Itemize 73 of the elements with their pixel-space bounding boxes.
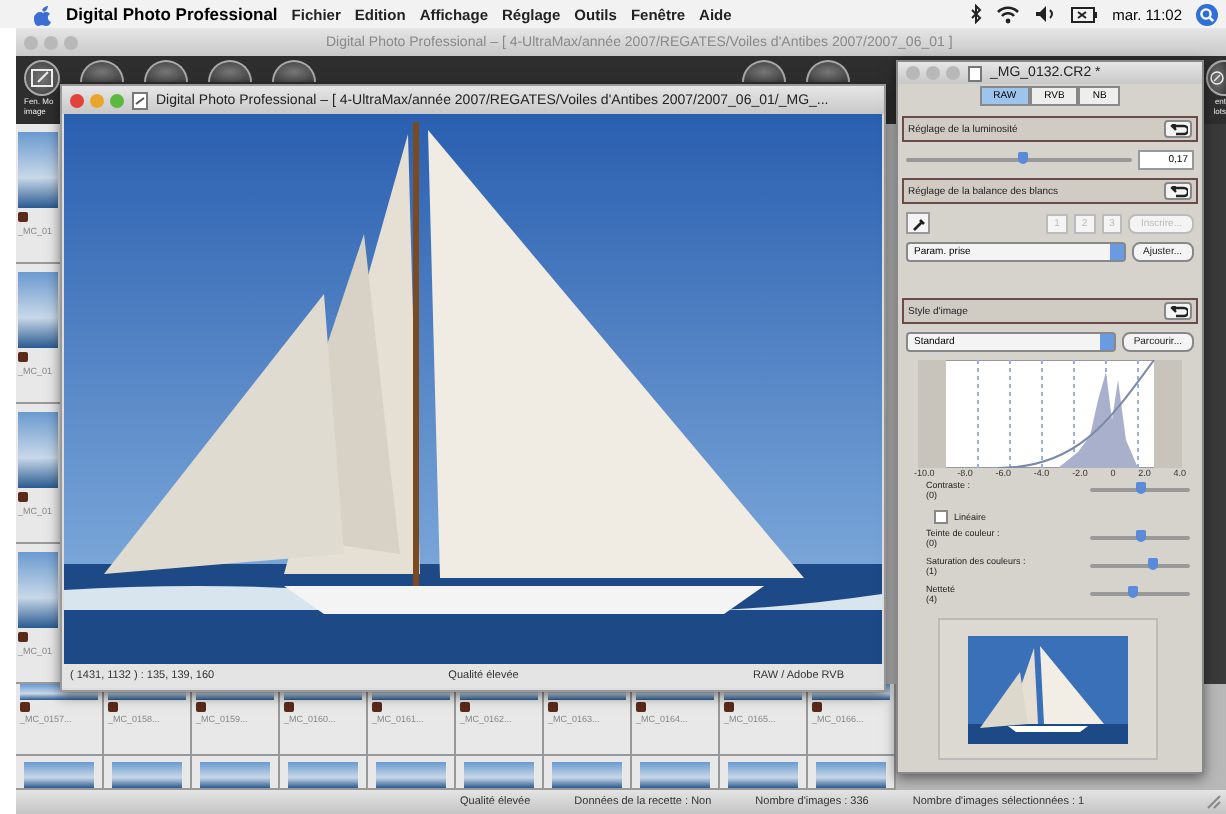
toolbar-button[interactable] xyxy=(80,60,124,82)
raw-badge-icon xyxy=(548,702,558,712)
photo-placeholder xyxy=(728,762,798,788)
toolbar-button[interactable] xyxy=(742,60,786,82)
raw-badge-icon xyxy=(372,702,382,712)
photo-placeholder xyxy=(376,762,446,788)
photo-placeholder xyxy=(640,762,710,788)
undo-arrow-icon xyxy=(1169,305,1187,317)
bluetooth-icon xyxy=(970,4,983,24)
document-icon xyxy=(968,65,982,81)
raw-badge-icon xyxy=(18,632,28,642)
raw-badge-icon xyxy=(18,492,28,502)
thumbnail-card[interactable] xyxy=(456,756,544,790)
toolbar-button[interactable] xyxy=(144,60,188,82)
photo-placeholder xyxy=(24,762,94,788)
photo-placeholder xyxy=(200,762,270,788)
raw-badge-icon xyxy=(196,702,206,712)
batch-process-button[interactable] xyxy=(1206,60,1226,96)
photo-placeholder xyxy=(464,762,534,788)
thumbnail-card[interactable] xyxy=(280,756,368,790)
photo-placeholder xyxy=(288,762,358,788)
photo-placeholder xyxy=(18,552,58,628)
undo-arrow-icon xyxy=(1169,185,1187,197)
thumbnail-card[interactable] xyxy=(808,756,896,790)
photo-placeholder xyxy=(816,762,886,788)
undo-arrow-icon xyxy=(1169,123,1187,135)
toolbar-button[interactable] xyxy=(272,60,316,82)
wifi-icon xyxy=(996,4,1021,24)
search-icon xyxy=(1196,3,1218,25)
eyedropper-icon xyxy=(911,215,925,231)
circle-slash-icon xyxy=(1208,68,1226,88)
raw-badge-icon xyxy=(20,702,30,712)
document-icon xyxy=(132,91,148,109)
eyedropper-button[interactable] xyxy=(906,212,930,234)
slider-thumb[interactable] xyxy=(1018,152,1029,164)
raw-badge-icon xyxy=(18,352,28,362)
battery-icon xyxy=(1070,5,1099,23)
raw-badge-icon xyxy=(108,702,118,712)
resize-grip-icon xyxy=(1206,794,1222,810)
raw-badge-icon xyxy=(812,702,822,712)
slider-thumb[interactable] xyxy=(1147,558,1157,570)
volume-icon xyxy=(1034,4,1057,24)
photo-placeholder xyxy=(18,272,58,348)
reset-button[interactable] xyxy=(1164,182,1192,200)
thumbnail-card[interactable] xyxy=(368,756,456,790)
close-button[interactable] xyxy=(70,93,84,107)
raw-badge-icon xyxy=(18,212,28,222)
app-menu[interactable]: Digital Photo Professional xyxy=(66,4,278,24)
raw-badge-icon xyxy=(284,702,294,712)
raw-badge-icon xyxy=(724,702,734,712)
photo-placeholder xyxy=(552,762,622,788)
thumbnail-card[interactable] xyxy=(632,756,720,790)
thumbnail-card[interactable] xyxy=(544,756,632,790)
raw-badge-icon xyxy=(460,702,470,712)
slider-thumb[interactable] xyxy=(1135,482,1145,494)
slider-thumb[interactable] xyxy=(1127,586,1137,598)
toolbar-button[interactable] xyxy=(806,60,850,82)
apple-logo-icon xyxy=(32,3,52,25)
thumbnail-card[interactable] xyxy=(720,756,808,790)
thumbnail-card[interactable] xyxy=(104,756,192,790)
slider-thumb[interactable] xyxy=(1135,530,1145,542)
raw-badge-icon xyxy=(636,702,646,712)
photo-placeholder xyxy=(18,412,58,488)
toolbar-button[interactable] xyxy=(208,60,252,82)
photo-placeholder xyxy=(18,132,58,208)
reset-button[interactable] xyxy=(1164,302,1192,320)
reset-button[interactable] xyxy=(1164,120,1192,138)
edit-image-button[interactable] xyxy=(24,60,60,96)
thumbnail-card[interactable] xyxy=(192,756,280,790)
pencil-frame-icon xyxy=(30,68,54,88)
checkbox[interactable] xyxy=(934,509,948,523)
photo-placeholder xyxy=(112,762,182,788)
thumbnail-card[interactable] xyxy=(16,756,104,790)
